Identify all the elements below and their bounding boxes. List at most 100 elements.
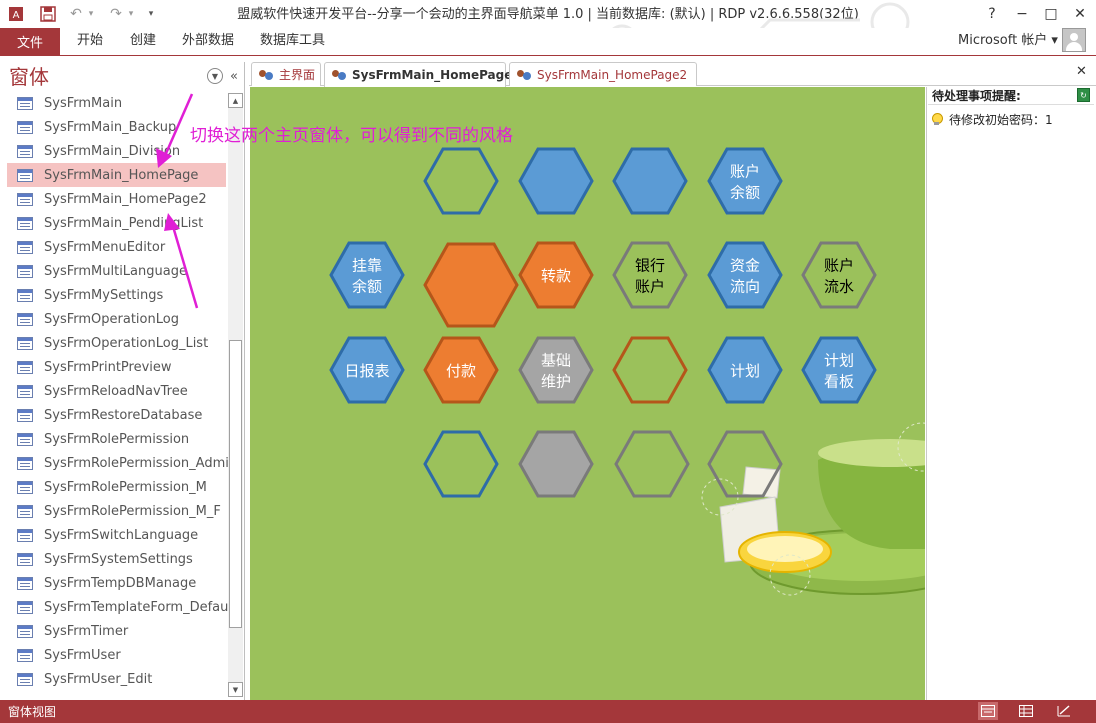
form-icon bbox=[17, 144, 33, 158]
hex-menu: 账户余额挂靠余额 转款 银行账户 资金流向 账户流水日报表 付款 基础维护 计划 计划看板 bbox=[329, 147, 877, 498]
pending-item[interactable]: 待修改初始密码：1 bbox=[931, 111, 1053, 128]
hex-tile-5[interactable] bbox=[423, 242, 519, 328]
hex-tile-3[interactable]: 账户余额 bbox=[707, 147, 783, 215]
nav-item[interactable]: SysFrmUser bbox=[7, 643, 226, 667]
hex-tile-11[interactable]: 付款 bbox=[423, 336, 499, 404]
help-button[interactable]: ? bbox=[977, 0, 1007, 28]
hex-tile-8[interactable]: 资金流向 bbox=[707, 241, 783, 309]
hex-label: 付款 bbox=[446, 362, 476, 380]
nav-scrollbar-thumb[interactable] bbox=[229, 340, 242, 628]
nav-item-label: SysFrmMain bbox=[44, 95, 123, 111]
hex-tile-7[interactable]: 银行账户 bbox=[612, 241, 688, 309]
form-icon bbox=[17, 552, 33, 566]
hex-tile-6[interactable]: 转款 bbox=[518, 241, 594, 309]
nav-item[interactable]: SysFrmTimer bbox=[7, 619, 226, 643]
hex-tile-19[interactable] bbox=[707, 430, 783, 498]
hex-shape bbox=[329, 241, 405, 309]
datasheet-view-icon[interactable] bbox=[1016, 702, 1036, 720]
status-text: 窗体视图 bbox=[8, 705, 57, 719]
nav-item-label: SysFrmMySettings bbox=[44, 287, 164, 303]
nav-item-label: SysFrmReloadNavTree bbox=[44, 383, 188, 399]
nav-item[interactable]: SysFrmUser_Edit bbox=[7, 667, 226, 691]
hex-tile-13[interactable] bbox=[612, 336, 688, 404]
tab-create[interactable]: 创建 bbox=[130, 28, 156, 54]
close-document-icon[interactable]: ✕ bbox=[1076, 64, 1087, 79]
nav-item-label: SysFrmRolePermission_M_F bbox=[44, 503, 221, 519]
hex-tile-17[interactable] bbox=[518, 430, 594, 498]
nav-item[interactable]: SysFrmRolePermission bbox=[7, 427, 226, 451]
tab-label: SysFrmMain_HomePage2 bbox=[537, 67, 688, 82]
form-view-icon[interactable] bbox=[978, 702, 998, 720]
restore-button[interactable]: □ bbox=[1036, 0, 1066, 28]
form-icon bbox=[17, 432, 33, 446]
nav-item[interactable]: SysFrmOperationLog_List bbox=[7, 331, 226, 355]
tab-file[interactable]: 文件 bbox=[0, 28, 60, 55]
hex-tile-1[interactable] bbox=[518, 147, 594, 215]
nav-collapse-icon[interactable]: « bbox=[226, 68, 242, 84]
hex-tile-14[interactable]: 计划 bbox=[707, 336, 783, 404]
avatar[interactable] bbox=[1062, 28, 1086, 52]
close-button[interactable]: ✕ bbox=[1065, 0, 1095, 28]
hex-label: 计划 bbox=[730, 362, 760, 380]
tab-homepage2[interactable]: SysFrmMain_HomePage2 bbox=[509, 62, 697, 86]
hex-label: 日报表 bbox=[344, 362, 389, 380]
form-icon bbox=[17, 264, 33, 278]
nav-item[interactable]: SysFrmTempDBManage bbox=[7, 571, 226, 595]
nav-item[interactable]: SysFrmTemplateForm_Default bbox=[7, 595, 237, 619]
hex-tile-2[interactable] bbox=[612, 147, 688, 215]
form-icon bbox=[17, 456, 33, 470]
scroll-up-icon[interactable]: ▲ bbox=[228, 93, 243, 108]
nav-item[interactable]: SysFrmSwitchLanguage bbox=[7, 523, 226, 547]
hex-tile-10[interactable]: 日报表 bbox=[329, 336, 405, 404]
form-icon bbox=[17, 624, 33, 638]
scroll-down-icon[interactable]: ▼ bbox=[228, 682, 243, 697]
nav-item[interactable]: SysFrmSystemSettings bbox=[7, 547, 226, 571]
nav-item[interactable]: SysFrmRolePermission_Admin bbox=[7, 451, 237, 475]
hex-tile-0[interactable] bbox=[423, 147, 499, 215]
ribbon bbox=[0, 28, 1096, 56]
form-icon bbox=[17, 312, 33, 326]
hex-tile-4[interactable]: 挂靠余额 bbox=[329, 241, 405, 309]
form-icon bbox=[17, 600, 33, 614]
tab-label: 主界面 bbox=[279, 68, 316, 82]
lightbulb-icon bbox=[931, 113, 943, 126]
tab-home[interactable]: 开始 bbox=[77, 28, 103, 54]
tab-label: SysFrmMain_HomePage bbox=[352, 68, 513, 82]
account-menu[interactable]: Microsoft 帐户 ▾ bbox=[958, 28, 1058, 54]
nav-item[interactable]: SysFrmRolePermission_M_F bbox=[7, 499, 226, 523]
hex-tile-9[interactable]: 账户流水 bbox=[801, 241, 877, 309]
tab-external-data[interactable]: 外部数据 bbox=[182, 28, 234, 54]
minimize-button[interactable]: − bbox=[1007, 0, 1037, 28]
tab-main-interface[interactable]: 主界面 bbox=[251, 62, 321, 86]
form-icon bbox=[17, 480, 33, 494]
nav-item-label: SysFrmRolePermission_Admin bbox=[44, 455, 238, 471]
form-tab-icon bbox=[258, 69, 274, 81]
nav-item-label: SysFrmUser bbox=[44, 647, 121, 663]
pending-item-text: 待修改初始密码：1 bbox=[949, 113, 1053, 127]
nav-item[interactable]: SysFrmPrintPreview bbox=[7, 355, 226, 379]
nav-item-label: SysFrmUser_Edit bbox=[44, 671, 153, 687]
hex-shape bbox=[801, 241, 877, 309]
nav-item-label: SysFrmPrintPreview bbox=[44, 359, 172, 375]
form-icon bbox=[17, 240, 33, 254]
nav-menu-icon[interactable]: ▼ bbox=[207, 68, 223, 84]
refresh-icon[interactable]: ↻ bbox=[1077, 88, 1090, 102]
form-icon bbox=[17, 528, 33, 542]
hex-shape bbox=[423, 147, 499, 215]
nav-item[interactable]: SysFrmReloadNavTree bbox=[7, 379, 226, 403]
hex-tile-16[interactable] bbox=[423, 430, 499, 498]
nav-item[interactable]: SysFrmRestoreDatabase bbox=[7, 403, 226, 427]
hex-tile-15[interactable]: 计划看板 bbox=[801, 336, 877, 404]
nav-item-label: SysFrmRolePermission_M bbox=[44, 479, 207, 495]
ribbon-divider bbox=[0, 55, 1096, 56]
nav-item-label: SysFrmSystemSettings bbox=[44, 551, 193, 567]
tab-homepage[interactable]: SysFrmMain_HomePage bbox=[324, 62, 512, 87]
tab-database-tools[interactable]: 数据库工具 bbox=[260, 28, 325, 54]
nav-item-label: SysFrmRolePermission bbox=[44, 431, 190, 447]
design-view-icon[interactable] bbox=[1054, 702, 1074, 720]
hex-tile-12[interactable]: 基础维护 bbox=[518, 336, 594, 404]
hex-tile-18[interactable] bbox=[614, 430, 690, 498]
nav-item[interactable]: SysFrmRolePermission_M bbox=[7, 475, 226, 499]
window-title: 盟威软件快速开发平台--分享一个会动的主界面导航菜单 1.0 | 当前数据库: … bbox=[237, 7, 859, 22]
form-icon bbox=[17, 120, 33, 134]
